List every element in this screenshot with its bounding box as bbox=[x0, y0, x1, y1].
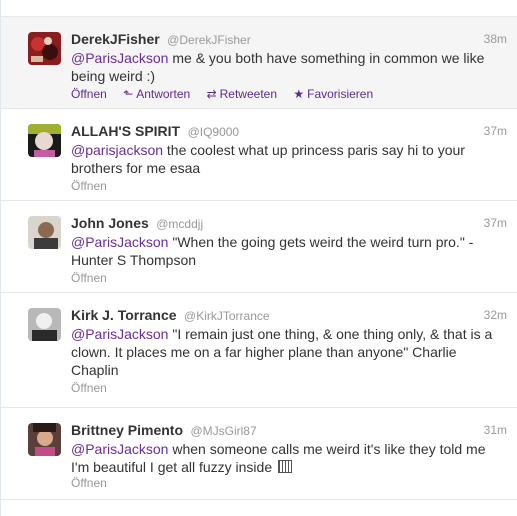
tweet-username[interactable]: @KirkJTorrance bbox=[184, 309, 270, 323]
open-button[interactable]: Öffnen bbox=[71, 476, 107, 490]
open-button[interactable]: Öffnen bbox=[71, 381, 107, 395]
avatar[interactable] bbox=[28, 423, 61, 456]
retweet-icon: ⇄ bbox=[206, 87, 217, 101]
tweet-text: @ParisJackson me & you both have somethi… bbox=[71, 49, 493, 85]
mention-link[interactable]: @ParisJackson bbox=[71, 326, 168, 342]
tweet-fullname[interactable]: DerekJFisher bbox=[71, 31, 160, 47]
avatar[interactable] bbox=[28, 308, 61, 341]
tweet-fullname[interactable]: John Jones bbox=[71, 215, 149, 231]
favorite-label: Favorisieren bbox=[307, 87, 374, 101]
tweet-username[interactable]: @IQ9000 bbox=[188, 125, 240, 139]
mention-link[interactable]: @ParisJackson bbox=[71, 441, 168, 457]
tweet-fullname[interactable]: Brittney Pimento bbox=[71, 422, 183, 438]
tweet-text: @ParisJackson "I remain just one thing, … bbox=[71, 325, 493, 379]
retweet-label: Retweeten bbox=[219, 87, 277, 101]
tweet-time[interactable]: 37m bbox=[484, 216, 507, 230]
tweet-item[interactable]: Kirk J. Torrance @KirkJTorrance 32m @Par… bbox=[1, 293, 517, 408]
mention-link[interactable]: @parisjackson bbox=[71, 142, 163, 158]
emoji-glyph-icon bbox=[278, 460, 292, 473]
tweet-item[interactable]: Brittney Pimento @MJsGirl87 31m @ParisJa… bbox=[1, 408, 517, 500]
tweet-username[interactable]: @MJsGirl87 bbox=[190, 424, 256, 438]
avatar[interactable] bbox=[28, 32, 61, 65]
tweet-fullname[interactable]: Kirk J. Torrance bbox=[71, 307, 177, 323]
tweet-item[interactable]: John Jones @mcddjj 37m @ParisJackson "Wh… bbox=[1, 201, 517, 293]
tweet-fullname[interactable]: ALLAH'S SPIRIT bbox=[71, 123, 180, 139]
mention-link[interactable]: @ParisJackson bbox=[71, 234, 168, 250]
tweet-time[interactable]: 38m bbox=[484, 32, 507, 46]
retweet-button[interactable]: ⇄ Retweeten bbox=[207, 87, 277, 101]
tweet-text: @ParisJackson when someone calls me weir… bbox=[71, 440, 493, 476]
tweet-timeline: DerekJFisher @DerekJFisher 38m @ParisJac… bbox=[0, 0, 517, 516]
open-button[interactable]: Öffnen bbox=[71, 87, 107, 101]
tweet-time[interactable]: 37m bbox=[484, 124, 507, 138]
tweet-header: Brittney Pimento @MJsGirl87 31m bbox=[71, 422, 507, 440]
star-icon: ★ bbox=[293, 87, 305, 101]
tweet-item[interactable]: DerekJFisher @DerekJFisher 38m @ParisJac… bbox=[1, 17, 517, 109]
reply-label: Antworten bbox=[136, 87, 191, 101]
tweet-actions: Öffnen ⬑ Antworten ⇄ Retweeten ★ Favorisier… bbox=[71, 87, 386, 101]
tweet-text: @ParisJackson "When the going gets weird… bbox=[71, 233, 493, 269]
open-button[interactable]: Öffnen bbox=[71, 271, 107, 285]
reply-arrow-icon: ⬑ bbox=[123, 87, 134, 101]
tweet-time[interactable]: 31m bbox=[484, 423, 507, 437]
tweet-header: DerekJFisher @DerekJFisher 38m bbox=[71, 31, 507, 49]
open-button[interactable]: Öffnen bbox=[71, 179, 107, 193]
reply-button[interactable]: ⬑ Antworten bbox=[123, 87, 190, 101]
tweet-header: ALLAH'S SPIRIT @IQ9000 37m bbox=[71, 123, 507, 141]
avatar[interactable] bbox=[28, 124, 61, 157]
mention-link[interactable]: @ParisJackson bbox=[71, 50, 168, 66]
tweet-item[interactable]: ALLAH'S SPIRIT @IQ9000 37m @parisjackson… bbox=[1, 109, 517, 201]
tweet-header: Kirk J. Torrance @KirkJTorrance 32m bbox=[71, 307, 507, 325]
avatar[interactable] bbox=[28, 216, 61, 249]
favorite-button[interactable]: ★ Favorisieren bbox=[293, 87, 373, 101]
tweet-username[interactable]: @mcddjj bbox=[156, 217, 203, 231]
tweet-time[interactable]: 32m bbox=[484, 308, 507, 322]
tweet-header: John Jones @mcddjj 37m bbox=[71, 215, 507, 233]
tweet-text: @parisjackson the coolest what up prince… bbox=[71, 141, 493, 177]
tweet-username[interactable]: @DerekJFisher bbox=[167, 33, 251, 47]
